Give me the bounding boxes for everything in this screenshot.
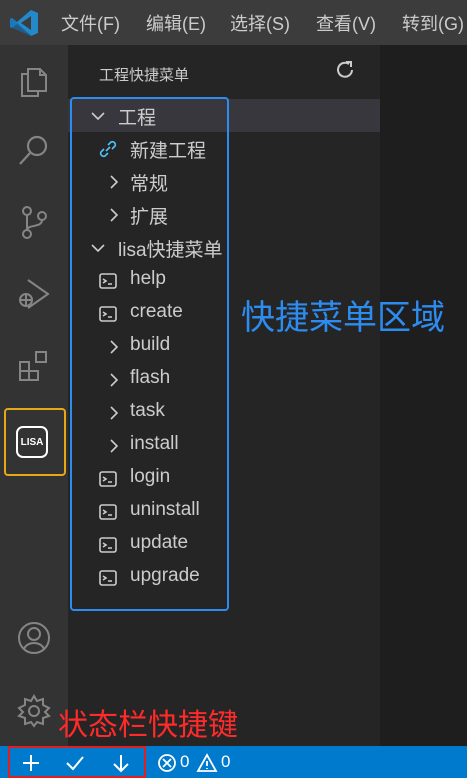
menu-go[interactable]: 转到(G) [402, 10, 464, 36]
lisa-button[interactable]: LISA [16, 426, 48, 458]
error-icon[interactable] [156, 752, 178, 774]
extensions-button[interactable] [0, 333, 68, 399]
extensions-icon [19, 351, 47, 381]
menu-view[interactable]: 查看(V) [316, 10, 376, 36]
warning-icon[interactable] [196, 752, 218, 774]
vscode-logo-icon [10, 10, 38, 36]
title-bar: 文件(F) 编辑(E) 选择(S) 查看(V) 转到(G) [0, 0, 467, 45]
run-debug-button[interactable] [0, 261, 68, 327]
source-control-icon [22, 206, 47, 239]
menu-file[interactable]: 文件(F) [61, 10, 120, 36]
search-button[interactable] [0, 117, 68, 183]
menu-area-frame [70, 97, 229, 611]
search-icon [19, 135, 48, 165]
refresh-icon[interactable] [334, 59, 356, 81]
menu-area-annotation: 快捷菜单区域 [241, 299, 445, 337]
status-area-annotation: 状态栏快捷键 [58, 709, 238, 742]
menu-edit[interactable]: 编辑(E) [146, 10, 206, 36]
gear-icon [17, 694, 51, 728]
editor-area [380, 45, 467, 746]
accounts-button[interactable] [0, 605, 68, 671]
error-count[interactable]: 0 [180, 752, 189, 772]
explorer-button[interactable] [0, 48, 68, 114]
run-debug-icon [19, 279, 50, 309]
source-control-button[interactable] [0, 189, 68, 255]
status-shortcut-frame [8, 746, 146, 778]
menu-selection[interactable]: 选择(S) [230, 10, 290, 36]
account-icon [18, 622, 50, 654]
sidebar-title: 工程快捷菜单 [99, 67, 190, 84]
warning-count[interactable]: 0 [221, 752, 230, 772]
activity-bar: LISA [0, 45, 68, 746]
files-icon [21, 68, 47, 97]
